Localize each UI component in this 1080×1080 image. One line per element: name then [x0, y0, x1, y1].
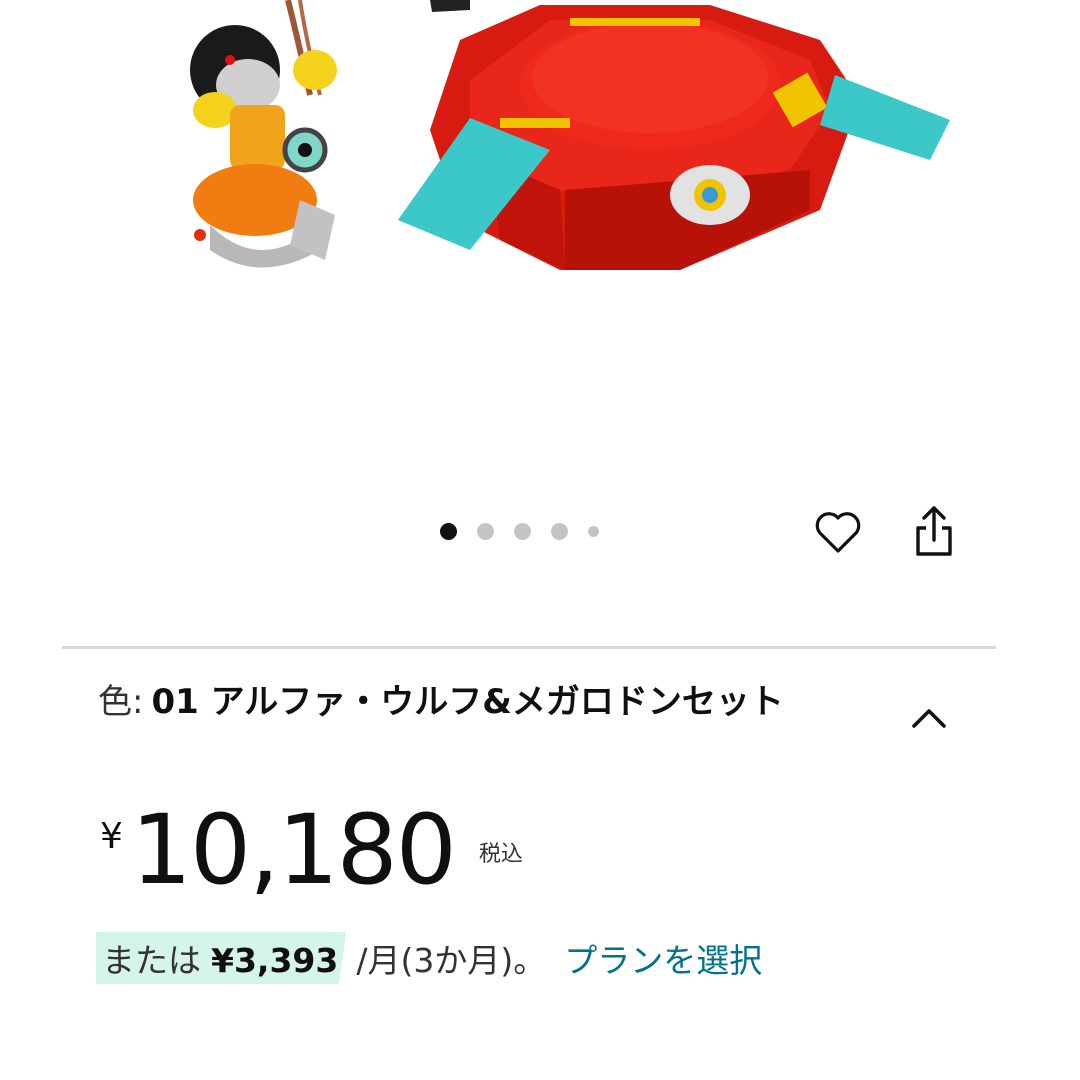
share-button[interactable] — [906, 502, 962, 562]
variant-label: 色: — [98, 682, 144, 722]
carousel-dot[interactable] — [514, 522, 531, 540]
carousel-dot[interactable] — [588, 525, 599, 537]
section-divider — [62, 646, 996, 649]
carousel-dot[interactable] — [477, 522, 494, 540]
favorite-button[interactable] — [812, 506, 864, 558]
chevron-up-icon — [912, 709, 946, 728]
price-amount: 10,180 — [130, 794, 457, 906]
price: ¥ 10,180 税込 — [100, 798, 523, 908]
heart-icon — [815, 512, 861, 553]
tax-note: 税込 — [478, 842, 523, 867]
variant-toggle-button[interactable] — [908, 700, 950, 736]
carousel-indicator — [440, 520, 599, 542]
variant-selector[interactable]: 色: 01 アルファ・ウルフ&メガロドンセット — [98, 678, 858, 726]
carousel-dot[interactable] — [440, 522, 457, 540]
installment-highlight: または ¥3,393 — [96, 932, 347, 984]
installment-prefix: または — [102, 941, 201, 980]
select-plan-link[interactable]: プランを選択 — [564, 934, 762, 982]
share-icon — [916, 506, 952, 556]
installment-offer: または ¥3,393 /月(3か月)。 プランを選択 — [96, 932, 762, 984]
price-currency: ¥ — [100, 816, 123, 857]
installment-amount: ¥3,393 — [211, 941, 339, 980]
toy-figure — [190, 0, 337, 268]
product-image[interactable] — [170, 0, 970, 280]
variant-value: 01 アルファ・ウルフ&メガロドンセット — [151, 682, 784, 722]
installment-period: /月(3か月)。 — [356, 941, 547, 980]
toy-arena — [398, 0, 950, 270]
carousel-dot[interactable] — [551, 522, 568, 540]
